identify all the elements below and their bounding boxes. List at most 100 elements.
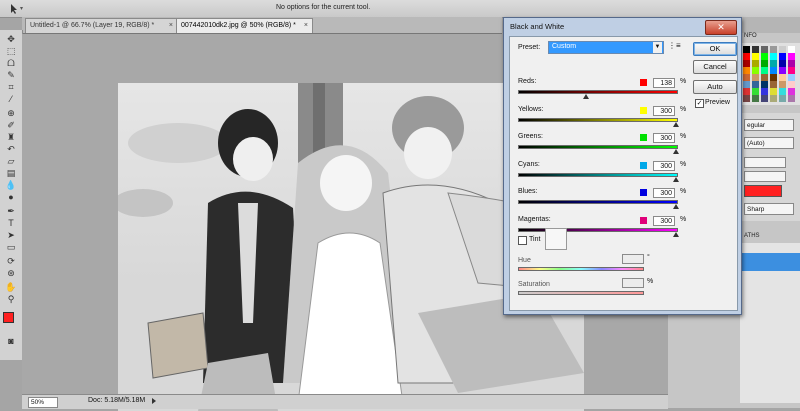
color-swatch[interactable] [761,60,768,67]
color-swatch[interactable] [743,60,750,67]
color-swatch[interactable] [752,67,759,74]
color-swatch[interactable] [752,46,759,53]
status-menu-arrow-icon[interactable] [152,398,156,404]
color-swatch[interactable] [779,95,786,102]
close-icon[interactable]: × [169,19,173,33]
color-swatch[interactable] [770,95,777,102]
slider-thumb[interactable] [583,94,589,99]
saturation-field[interactable] [622,278,644,288]
foreground-color-swatch[interactable] [3,312,14,323]
color-swatch[interactable] [770,74,777,81]
saturation-slider[interactable] [518,291,644,295]
path-select-icon[interactable]: ➤ [5,230,17,240]
color-swatch[interactable] [770,67,777,74]
tab-007442010dk2[interactable]: 007442010dk2.jpg @ 50% (RGB/8) * × [176,18,313,33]
scale-field[interactable] [744,171,786,182]
quick-mask-icon[interactable]: ◙ [5,336,17,346]
color-swatch[interactable] [779,46,786,53]
color-swatch[interactable] [788,81,795,88]
close-icon[interactable]: ✕ [705,20,737,35]
color-swatch[interactable] [761,53,768,60]
crop-tool-icon[interactable]: ⌗ [5,82,17,92]
color-swatch[interactable] [761,74,768,81]
color-swatch[interactable] [788,88,795,95]
slider-track[interactable] [518,200,678,204]
color-swatch[interactable] [779,88,786,95]
color-swatch[interactable] [788,67,795,74]
color-swatch[interactable] [761,88,768,95]
color-swatch[interactable] [779,53,786,60]
move-tool-icon[interactable]: ✥ [5,34,17,44]
color-swatch[interactable] [752,81,759,88]
color-swatch[interactable] [788,53,795,60]
ok-button[interactable]: OK [693,42,737,56]
leading-field[interactable]: (Auto) [744,137,794,149]
zoom-level-field[interactable]: 50% [28,397,58,408]
slider-value-field[interactable]: 300 [653,106,675,116]
color-swatch[interactable] [761,67,768,74]
color-swatch[interactable] [779,81,786,88]
color-swatch[interactable] [770,60,777,67]
preview-checkbox[interactable]: ✓ [695,99,704,108]
color-swatch[interactable] [788,60,795,67]
cancel-button[interactable]: Cancel [693,60,737,74]
gradient-tool-icon[interactable]: ▤ [5,168,17,178]
paths-panel-tab[interactable]: ATHS [744,231,760,241]
slider-thumb[interactable] [673,177,679,182]
info-panel-tab[interactable]: NFO [744,31,757,41]
lasso-tool-icon[interactable]: ᗝ [5,58,17,68]
close-icon[interactable]: × [304,19,308,33]
text-color-swatch[interactable] [744,185,782,197]
color-swatch[interactable] [743,95,750,102]
dodge-tool-icon[interactable]: ● [5,192,17,202]
clone-stamp-icon[interactable]: ♜ [5,132,17,142]
slider-value-field[interactable]: 300 [653,161,675,171]
slider-value-field[interactable]: 300 [653,216,675,226]
slider-value-field[interactable]: 138 [653,78,675,88]
antialias-field[interactable]: Sharp [744,203,794,215]
slider-thumb[interactable] [673,204,679,209]
preset-options-icon[interactable]: ⋮≡ [668,41,681,50]
quick-select-icon[interactable]: ✎ [5,70,17,80]
shape-tool-icon[interactable]: ▭ [5,242,17,252]
hue-field[interactable] [622,254,644,264]
color-swatch[interactable] [788,95,795,102]
color-swatch[interactable] [761,95,768,102]
color-swatch[interactable] [788,74,795,81]
color-swatch[interactable] [743,46,750,53]
zoom-tool-icon[interactable]: ⚲ [5,294,17,304]
3d-rotate-icon[interactable]: ⟳ [5,256,17,266]
color-swatch[interactable] [743,74,750,81]
hand-tool-icon[interactable]: ✋ [5,282,17,292]
color-swatch[interactable] [752,60,759,67]
slider-value-field[interactable]: 300 [653,133,675,143]
tool-preset-picker[interactable] [4,2,26,15]
color-swatch[interactable] [743,67,750,74]
slider-thumb[interactable] [673,149,679,154]
color-swatch[interactable] [752,88,759,95]
color-picker[interactable] [3,312,20,329]
color-swatch[interactable] [770,81,777,88]
slider-thumb[interactable] [673,122,679,127]
color-swatch[interactable] [752,53,759,60]
hue-slider[interactable] [518,267,644,271]
slider-track[interactable] [518,173,678,177]
color-swatch[interactable] [779,60,786,67]
eyedropper-icon[interactable]: ⁄ [5,94,17,104]
color-swatch[interactable] [761,46,768,53]
tracking-field[interactable] [744,157,786,168]
color-swatch[interactable] [770,53,777,60]
blur-tool-icon[interactable]: 💧 [5,180,17,190]
tab-untitled-1[interactable]: Untitled-1 @ 66.7% (Layer 19, RGB/8) * × [25,18,178,33]
history-brush-icon[interactable]: ↶ [5,144,17,154]
slider-value-field[interactable]: 300 [653,188,675,198]
slider-thumb[interactable] [673,232,679,237]
color-swatch[interactable] [770,88,777,95]
color-swatch[interactable] [779,74,786,81]
preset-dropdown[interactable]: Custom ▼ [548,41,664,54]
color-swatch[interactable] [752,74,759,81]
slider-track[interactable] [518,228,678,232]
slider-track[interactable] [518,90,678,94]
healing-brush-icon[interactable]: ⊕ [5,108,17,118]
font-style-field[interactable]: egular [744,119,794,131]
